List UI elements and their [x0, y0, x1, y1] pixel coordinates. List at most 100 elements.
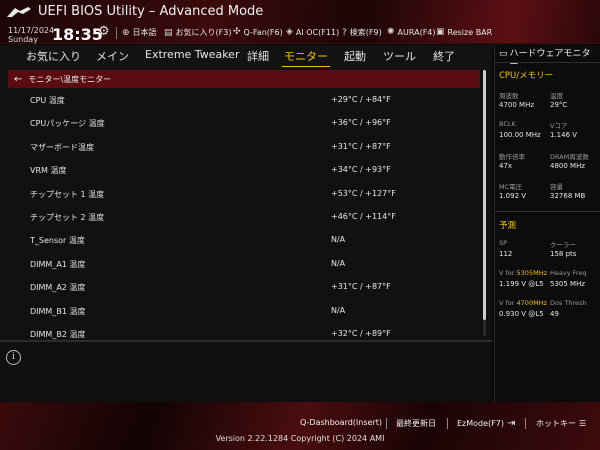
- vcore-label: Vコア: [550, 122, 568, 130]
- globe-icon: ⊕: [122, 27, 130, 38]
- item-label: DIMM_B2 温度: [30, 329, 86, 339]
- item-label: VRM 温度: [30, 166, 67, 176]
- capacity-value: 32768 MB: [550, 192, 586, 200]
- bclk-label: BCLK: [499, 120, 516, 128]
- exit-arrow-icon: ⇥: [506, 418, 516, 429]
- capacity-label: 容量: [550, 183, 563, 191]
- item-value: +31°C / +87°F: [331, 141, 391, 151]
- footer-divider: [525, 418, 526, 429]
- ai-oc-button[interactable]: ◈ AI OC(F11): [286, 27, 339, 37]
- rog-logo: [7, 7, 31, 17]
- list-item[interactable]: DIMM_B1 温度 N/A: [0, 300, 480, 323]
- ratio-label: 動作倍率: [499, 153, 525, 161]
- favorites-label: お気に入り(F3): [175, 28, 232, 37]
- language-label: 日本語: [132, 28, 157, 37]
- search-label: 検索(F9): [349, 28, 382, 37]
- item-label: チップセット 2 温度: [30, 212, 105, 222]
- tab-monitor[interactable]: モニター: [282, 48, 330, 68]
- item-value: +36°C / +96°F: [331, 118, 391, 128]
- vcore-value: 1.146 V: [550, 131, 578, 139]
- list-item[interactable]: チップセット 1 温度 +53°C / +127°F: [0, 183, 480, 206]
- resize-bar-button[interactable]: ▣ Resize BAR: [436, 27, 492, 37]
- footer-divider: [386, 418, 387, 429]
- item-label: DIMM_A2 温度: [30, 283, 86, 293]
- list-item[interactable]: T_Sensor 温度 N/A: [0, 229, 480, 252]
- favorites-button[interactable]: ▤ お気に入り(F3): [164, 27, 231, 38]
- resize-bar-icon: ▣: [436, 27, 445, 37]
- last-modified-button[interactable]: 最終更新日: [396, 418, 436, 429]
- fan-icon: ✣: [233, 27, 241, 37]
- hotkeys-menu-icon: ☰: [579, 419, 587, 428]
- scrollbar-thumb[interactable]: [483, 70, 486, 320]
- cpu-memory-heading: CPU/メモリー: [499, 71, 554, 81]
- tab-tool[interactable]: ツール: [383, 48, 416, 64]
- dram-freq-value: 4800 MHz: [550, 162, 586, 170]
- help-search-icon: ?: [342, 27, 347, 38]
- q-dashboard-button[interactable]: Q-Dashboard(Insert): [300, 418, 382, 427]
- item-label: DIMM_B1 温度: [30, 306, 86, 316]
- mc-voltage-label: MC電圧: [499, 183, 523, 191]
- tab-favorites[interactable]: お気に入り: [26, 48, 81, 64]
- help-info-panel: i: [0, 342, 492, 402]
- tab-exit[interactable]: 終了: [433, 48, 455, 64]
- temperature-value: 29°C: [550, 101, 568, 109]
- v-prefix: V for: [499, 299, 517, 307]
- dos-thresh-value: 49: [550, 310, 559, 318]
- v-for-high-label: V for 5305MHz: [499, 269, 547, 277]
- list-item[interactable]: マザーボード温度 +31°C / +87°F: [0, 136, 480, 159]
- date-display: 11/17/2024 Sunday: [8, 26, 54, 44]
- hardware-monitor-panel: ▭ ハードウェアモニター CPU/メモリー 周波数 4700 MHz 温度 29…: [494, 45, 600, 402]
- item-value: +53°C / +127°F: [331, 188, 396, 198]
- sp-label: SP: [499, 239, 508, 247]
- item-value: N/A: [331, 305, 346, 315]
- breadcrumb-text: モニター\温度モニター: [28, 74, 112, 84]
- ezmode-button[interactable]: EzMode(F7) ⇥: [457, 418, 515, 429]
- last-modified-label: 最終更新日: [396, 419, 436, 428]
- section-divider: [495, 211, 600, 212]
- ai-oc-label: AI OC(F11): [295, 27, 340, 37]
- v-freq-highlight: 4700MHz: [516, 299, 547, 307]
- item-value: +46°C / +114°F: [331, 211, 396, 221]
- tab-main[interactable]: メイン: [96, 48, 129, 64]
- list-item[interactable]: チップセット 2 温度 +46°C / +114°F: [0, 206, 480, 229]
- frequency-label: 周波数: [499, 92, 519, 100]
- list-item[interactable]: VRM 温度 +34°C / +93°F: [0, 159, 480, 182]
- breadcrumb[interactable]: ← モニター\温度モニター: [8, 70, 480, 88]
- mc-voltage-value: 1.092 V: [499, 192, 527, 200]
- tab-advanced[interactable]: 詳細: [247, 48, 269, 64]
- back-arrow-icon[interactable]: ←: [14, 74, 22, 85]
- search-button[interactable]: ? 検索(F9): [342, 27, 382, 38]
- panel-title-text: ハードウェアモニター: [509, 49, 591, 70]
- gear-icon[interactable]: ⚙: [98, 24, 110, 39]
- item-label: マザーボード温度: [30, 142, 94, 152]
- item-value: +31°C / +87°F: [331, 282, 391, 292]
- list-item[interactable]: CPUパッケージ 温度 +36°C / +96°F: [0, 112, 480, 135]
- tab-extreme-tweaker[interactable]: Extreme Tweaker: [145, 48, 239, 61]
- bclk-value: 100.00 MHz: [499, 131, 541, 139]
- language-button[interactable]: ⊕ 日本語: [122, 27, 157, 38]
- v-for-base-value: 0.930 V @L5: [499, 310, 544, 318]
- cooler-value: 158 pts: [550, 250, 577, 258]
- hotkeys-button[interactable]: ホットキー ☰: [536, 418, 586, 429]
- item-label: T_Sensor 温度: [30, 236, 85, 246]
- list-item[interactable]: DIMM_A2 温度 +31°C / +87°F: [0, 276, 480, 299]
- item-value: +34°C / +93°F: [331, 165, 391, 175]
- ratio-value: 47x: [499, 162, 513, 170]
- aura-icon: ✺: [387, 27, 395, 37]
- clock: 18:35: [52, 25, 103, 44]
- aura-button[interactable]: ✺ AURA(F4): [387, 27, 436, 37]
- item-label: CPU 温度: [30, 96, 65, 105]
- main-content: ← モニター\温度モニター CPU 温度 +29°C / +84°F CPUパッ…: [0, 67, 492, 340]
- tab-boot[interactable]: 起動: [344, 48, 366, 64]
- v-prefix: V for: [499, 269, 517, 277]
- hotkeys-label: ホットキー: [536, 419, 576, 428]
- qfan-button[interactable]: ✣ Q-Fan(F6): [233, 27, 283, 37]
- sp-value: 112: [499, 250, 513, 258]
- cooler-label: クーラー: [550, 241, 576, 249]
- list-item[interactable]: DIMM_A1 温度 N/A: [0, 253, 480, 276]
- top-header: UEFI BIOS Utility – Advanced Mode 11/17/…: [0, 0, 600, 44]
- list-item[interactable]: DIMM_B2 温度 +32°C / +89°F: [0, 323, 480, 340]
- list-item[interactable]: CPU 温度 +29°C / +84°F: [0, 89, 480, 112]
- temperature-list: CPU 温度 +29°C / +84°F CPUパッケージ 温度 +36°C /…: [0, 89, 480, 340]
- prediction-heading: 予測: [499, 221, 517, 231]
